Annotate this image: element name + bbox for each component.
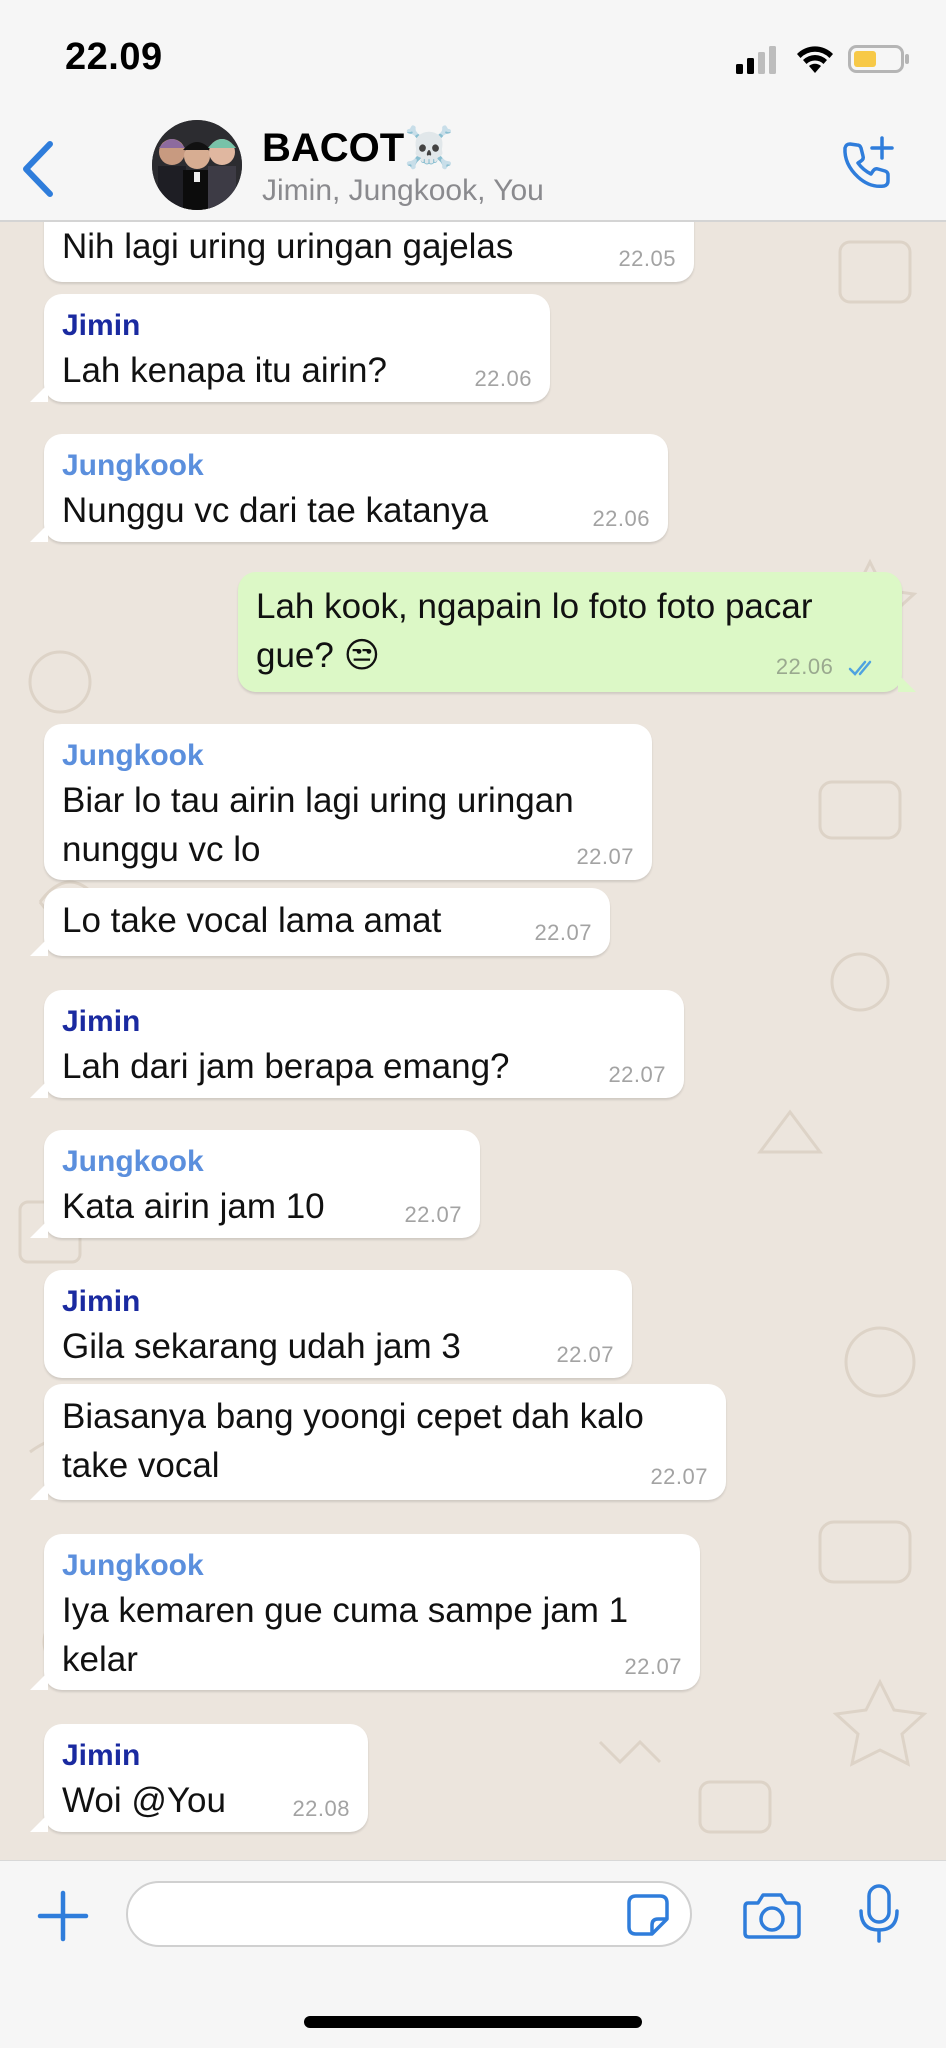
message-text: Nunggu vc dari tae katanya (62, 491, 489, 530)
message-time: 22.07 (608, 1062, 666, 1087)
message-time: 22.07 (404, 1202, 462, 1227)
group-title[interactable]: BACOT☠️ (262, 124, 454, 171)
home-indicator[interactable] (304, 2016, 642, 2028)
message-time: 22.08 (292, 1796, 350, 1821)
message-bubble-outgoing[interactable]: Lah kook, ngapain lo foto foto pacar gue… (238, 572, 916, 692)
message-bubble[interactable]: Nih lagi uring uringan gajelas 22.05 (44, 222, 694, 282)
message-time: 22.07 (556, 1342, 614, 1367)
message-text: Lah kenapa itu airin? (62, 351, 387, 390)
message-time: 22.07 (534, 920, 592, 945)
message-time: 22.07 (650, 1464, 708, 1489)
message-text: Lo take vocal lama amat (62, 901, 442, 940)
attach-plus-icon[interactable] (36, 1889, 90, 1943)
message-text: Nih lagi uring uringan gajelas (62, 227, 514, 266)
message-text: Lah dari jam berapa emang? (62, 1047, 510, 1086)
message-time: 22.06 (474, 366, 532, 391)
message-time: 22.06 (776, 654, 878, 680)
message-bubble[interactable]: Jungkook Nunggu vc dari tae katanya 22.0… (30, 434, 668, 542)
message-sender[interactable]: Jimin (62, 1002, 666, 1042)
message-sender[interactable]: Jungkook (62, 1142, 462, 1182)
status-time: 22.09 (65, 36, 163, 78)
message-time: 22.06 (592, 506, 650, 531)
message-sender[interactable]: Jungkook (62, 446, 650, 486)
message-sender[interactable]: Jimin (62, 1736, 350, 1776)
message-input[interactable] (126, 1881, 692, 1947)
message-bubble[interactable]: Jungkook Kata airin jam 10 22.07 (30, 1130, 480, 1238)
cellular-signal-icon (736, 46, 776, 74)
message-time: 22.07 (624, 1654, 682, 1679)
message-bubble[interactable]: Jimin Lah dari jam berapa emang? 22.07 (30, 990, 684, 1098)
message-sender[interactable]: Jimin (62, 1282, 614, 1322)
message-bubble[interactable]: Biasanya bang yoongi cepet dah kalo take… (30, 1384, 726, 1500)
message-sender[interactable]: Jimin (62, 306, 532, 346)
message-bubble[interactable]: Lo take vocal lama amat 22.07 (30, 888, 610, 956)
message-text: Gila sekarang udah jam 3 (62, 1327, 461, 1366)
group-members[interactable]: Jimin, Jungkook, You (262, 174, 544, 208)
message-bubble[interactable]: Jungkook Iya kemaren gue cuma sampe jam … (30, 1534, 700, 1690)
sticker-icon[interactable] (626, 1893, 670, 1937)
message-bubble[interactable]: Jimin Gila sekarang udah jam 3 22.07 (44, 1270, 632, 1378)
read-double-check-icon (848, 660, 872, 677)
wifi-icon (797, 46, 833, 73)
message-text: Biar lo tau airin lagi uring uringan nun… (62, 781, 574, 869)
group-avatar[interactable] (152, 120, 242, 210)
message-sender[interactable]: Jungkook (62, 1546, 682, 1586)
message-time-text: 22.06 (775, 654, 834, 679)
message-time: 22.07 (576, 844, 634, 869)
message-sender[interactable]: Jungkook (62, 736, 634, 776)
microphone-icon[interactable] (856, 1883, 902, 1945)
message-bubble[interactable]: Jungkook Biar lo tau airin lagi uring ur… (44, 724, 652, 880)
back-chevron-icon[interactable] (18, 138, 58, 200)
status-bar: 22.09 (0, 0, 946, 120)
message-text: Biasanya bang yoongi cepet dah kalo take… (62, 1397, 644, 1485)
message-bubble[interactable]: Jimin Lah kenapa itu airin? 22.06 (30, 294, 550, 402)
chat-header: BACOT☠️ Jimin, Jungkook, You (0, 120, 946, 222)
camera-icon[interactable] (742, 1889, 802, 1941)
status-icons (736, 42, 910, 76)
battery-icon (848, 45, 909, 73)
message-time: 22.05 (618, 246, 676, 271)
add-call-icon[interactable] (836, 134, 896, 194)
message-bubble[interactable]: Jimin Woi @You 22.08 (30, 1724, 368, 1832)
message-text: Kata airin jam 10 (62, 1187, 325, 1226)
message-text: Iya kemaren gue cuma sampe jam 1 kelar (62, 1591, 629, 1679)
chat-area[interactable]: Nih lagi uring uringan gajelas 22.05 Jim… (0, 222, 946, 1860)
group-photo-icon (152, 120, 242, 210)
